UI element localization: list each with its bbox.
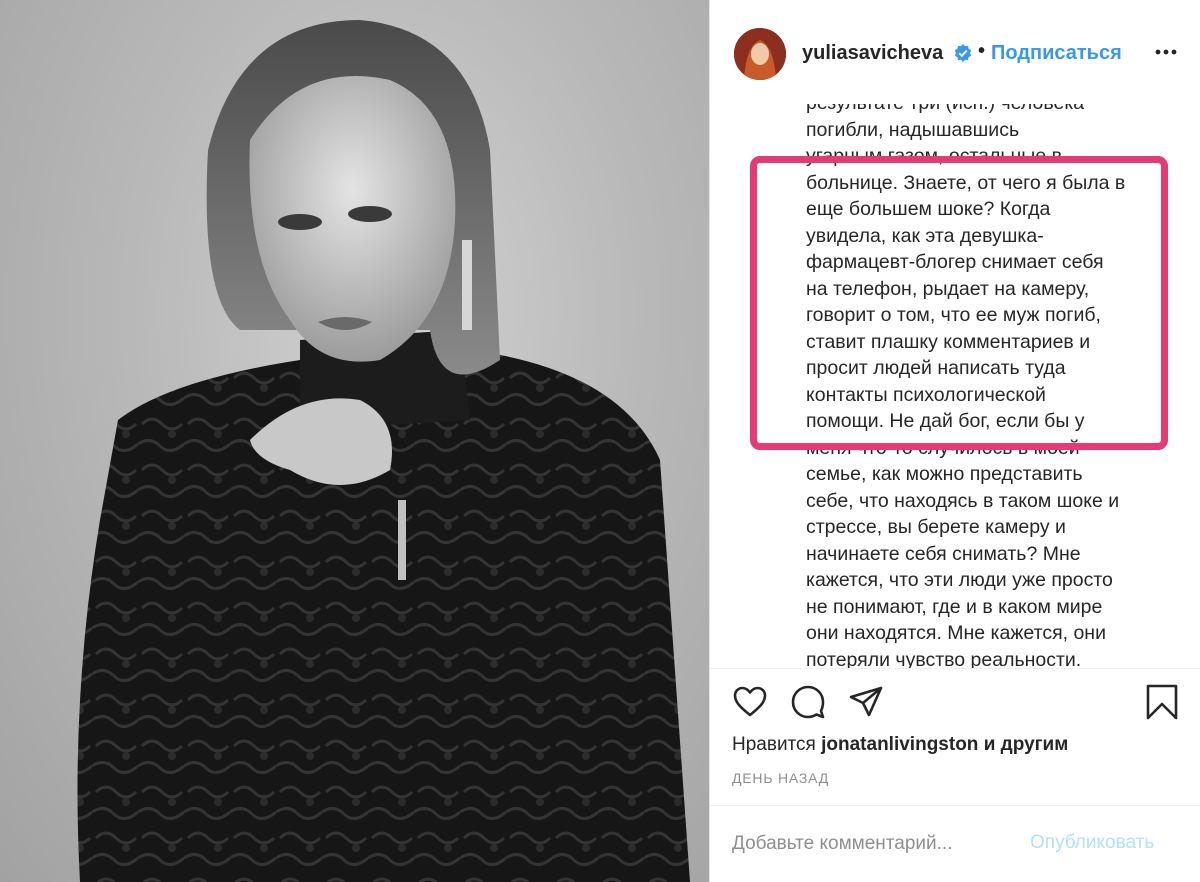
more-options-icon[interactable] xyxy=(1154,40,1178,64)
username-link[interactable]: yuliasavicheva xyxy=(802,42,943,65)
highlight-frame xyxy=(750,156,1168,450)
bookmark-icon[interactable] xyxy=(1144,684,1180,725)
caption-line: стрессе, вы берете камеру и xyxy=(806,516,1066,538)
caption-line: начинаете себя снимать? Мне xyxy=(806,542,1081,565)
likes-prefix: Нравится xyxy=(732,734,816,755)
avatar[interactable] xyxy=(734,28,786,80)
caption-line: они находятся. Мне кажется, они xyxy=(806,622,1106,644)
post-header: yuliasavicheva • Подписаться xyxy=(710,0,1200,104)
post-timestamp[interactable]: ДЕНЬ НАЗАД xyxy=(732,770,829,786)
verified-badge-icon xyxy=(954,44,972,62)
caption-line: потеряли чувство реальности. xyxy=(806,648,1082,669)
publish-button[interactable]: Опубликовать xyxy=(1030,832,1154,854)
comment-input[interactable] xyxy=(732,830,1012,858)
separator-dot: • xyxy=(978,40,986,62)
caption-line: не понимают, где и в каком мире xyxy=(806,595,1103,618)
portrait-illustration xyxy=(77,20,690,882)
comment-divider xyxy=(710,805,1200,806)
comment-icon[interactable] xyxy=(790,684,826,725)
share-icon[interactable] xyxy=(848,684,884,725)
likes-suffix-link[interactable]: и другим xyxy=(984,734,1069,755)
post-side-panel: yuliasavicheva • Подписаться результате … xyxy=(710,0,1200,882)
likes-summary: Нравится jonatanlivingston и другим xyxy=(732,734,1068,756)
actions-divider xyxy=(710,668,1200,669)
caption-line: себе, что находясь в таком шоке и xyxy=(806,489,1120,512)
caption-line: погибли, надышавшись xyxy=(806,118,1020,141)
liker-username-link[interactable]: jonatanlivingston xyxy=(821,734,978,755)
follow-button[interactable]: Подписаться xyxy=(991,42,1122,65)
caption-line: семье, как можно представить xyxy=(806,463,1083,485)
post-photo[interactable] xyxy=(0,0,709,882)
caption-line: кажется, что эти люди уже просто xyxy=(806,569,1113,591)
heart-icon[interactable] xyxy=(732,684,768,725)
